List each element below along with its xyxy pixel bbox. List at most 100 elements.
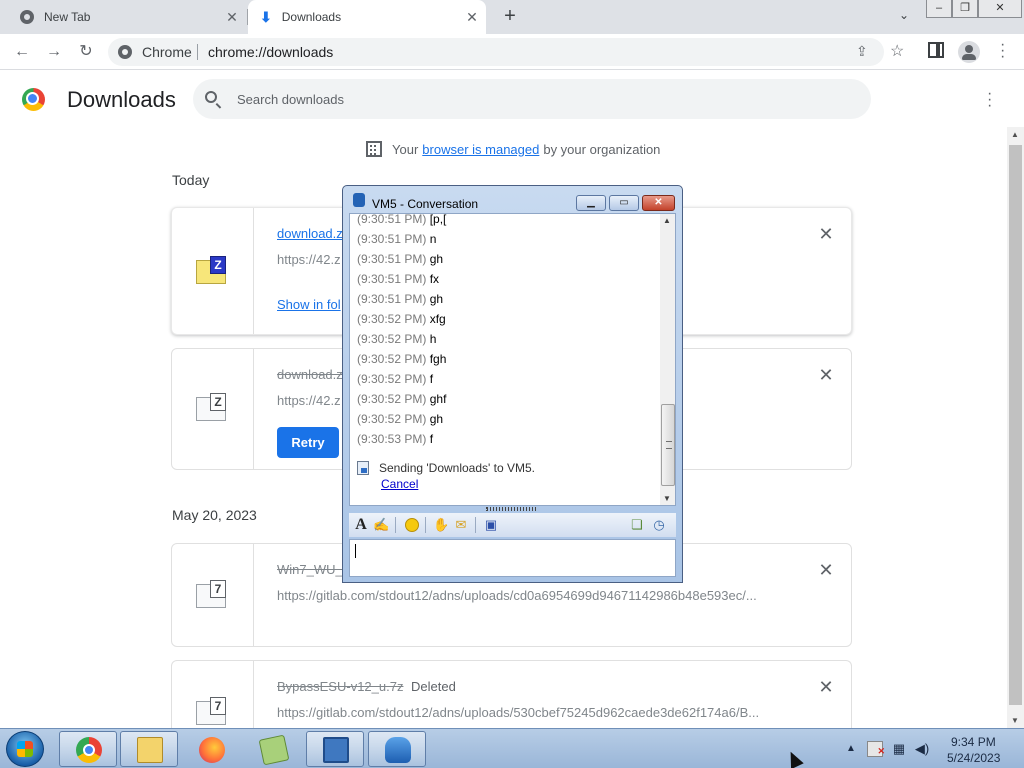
downloads-header: Downloads ···: [0, 71, 1024, 127]
omnibox-url[interactable]: chrome://downloads: [208, 44, 333, 60]
close-icon[interactable]: ✕: [224, 9, 240, 25]
maximize-button[interactable]: ▭: [609, 195, 639, 211]
scroll-up-icon[interactable]: ▲: [663, 216, 671, 225]
taskbar-firefox-button[interactable]: [182, 731, 240, 767]
profile-avatar[interactable]: [958, 41, 980, 63]
taskbar: ▲ ▦ ◀) 9:34 PM 5/24/2023: [0, 728, 1024, 768]
messenger-icon: [353, 193, 365, 207]
message-history[interactable]: (9:30:51 PM) [p,[ (9:30:51 PM) n (9:30:5…: [349, 213, 676, 506]
card-icon-column: 7: [172, 544, 254, 646]
taskbar-vm-button[interactable]: [306, 731, 364, 767]
pane-splitter[interactable]: [486, 507, 538, 511]
taskbar-folder-button[interactable]: [244, 731, 302, 767]
browser-menu-icon[interactable]: · · ·: [1000, 37, 1005, 65]
chrome-icon: [118, 45, 132, 59]
close-icon[interactable]: ✕: [818, 224, 834, 245]
message-scrollbar[interactable]: ▲ ▼: [660, 214, 675, 505]
conversation-titlebar[interactable]: VM5 - Conversation ▁ ▭ ✕: [343, 186, 682, 212]
close-icon[interactable]: ✕: [818, 560, 834, 581]
message-line: (9:30:51 PM) gh: [357, 252, 444, 266]
bookmark-star-icon[interactable]: ☆: [890, 41, 904, 61]
side-panel-icon[interactable]: [928, 42, 944, 58]
close-button[interactable]: ✕: [642, 195, 675, 211]
close-window-button[interactable]: ✕: [978, 0, 1022, 18]
message-line: (9:30:53 PM) f: [357, 432, 434, 446]
back-button[interactable]: ←: [10, 40, 34, 64]
action-center-flag-icon[interactable]: [867, 741, 885, 759]
attach-icon[interactable]: ✋: [433, 517, 449, 533]
close-icon[interactable]: ✕: [818, 677, 834, 698]
scroll-down-icon[interactable]: ▼: [663, 494, 671, 503]
show-in-folder-link[interactable]: Show in fol: [277, 297, 341, 312]
scrollbar-thumb[interactable]: [661, 404, 675, 486]
search-box[interactable]: [193, 79, 871, 119]
network-icon[interactable]: ▦: [891, 741, 907, 757]
scrollbar-thumb[interactable]: [1009, 145, 1022, 705]
scroll-down-icon[interactable]: ▼: [1011, 716, 1019, 725]
minimize-button[interactable]: –: [926, 0, 952, 18]
chrome-icon: [76, 737, 102, 763]
history-icon[interactable]: ◷: [651, 517, 667, 533]
page-scrollbar[interactable]: ▲ ▼: [1007, 127, 1024, 728]
tab-downloads[interactable]: ⬇ Downloads ✕: [248, 0, 486, 34]
conversation-window: VM5 - Conversation ▁ ▭ ✕ (9:30:51 PM) [p…: [342, 185, 683, 583]
new-tab-button[interactable]: +: [498, 4, 522, 28]
file-url[interactable]: https://gitlab.com/stdout12/adns/uploads…: [277, 588, 777, 603]
send-file-icon[interactable]: ❏: [629, 517, 645, 533]
chrome-logo-icon: [22, 88, 45, 111]
date-label: Today: [172, 172, 210, 188]
retry-button[interactable]: Retry: [277, 427, 339, 458]
7z-file-icon: 7: [196, 580, 228, 608]
card-icon-column: Z: [172, 208, 254, 334]
clock-time[interactable]: 9:34 PM: [951, 735, 996, 749]
show-hidden-icons[interactable]: ▲: [846, 743, 856, 754]
tab-new-tab[interactable]: New Tab ✕: [8, 0, 246, 34]
message-input[interactable]: [349, 539, 676, 577]
minimize-button[interactable]: ▁: [576, 195, 606, 211]
close-icon[interactable]: ✕: [464, 9, 480, 25]
message-line: (9:30:51 PM) [p,[: [357, 213, 447, 226]
share-icon[interactable]: ⇪: [856, 43, 868, 60]
text-caret: [355, 544, 356, 558]
zip-file-icon: Z: [196, 256, 228, 284]
reload-button[interactable]: ↻: [74, 40, 98, 64]
start-button[interactable]: [6, 731, 44, 767]
taskbar-chrome-button[interactable]: [59, 731, 117, 767]
taskbar-messenger-button[interactable]: [368, 731, 426, 767]
volume-icon[interactable]: ◀): [914, 741, 930, 757]
toolbar-separator: [395, 517, 396, 533]
page-title: Downloads: [67, 87, 176, 112]
monitor-icon: [323, 737, 349, 763]
font-icon[interactable]: A: [353, 517, 369, 533]
search-icon: [205, 91, 217, 103]
message-line: (9:30:51 PM) fx: [357, 272, 440, 286]
message-line: (9:30:52 PM) f: [357, 372, 434, 386]
message-line: (9:30:52 PM) gh: [357, 412, 444, 426]
downloads-menu-icon[interactable]: · · ·: [987, 86, 992, 114]
file-name: BypassESU-v12_u.7z: [277, 679, 404, 694]
file-name: download.z: [277, 367, 343, 382]
cancel-transfer-link[interactable]: Cancel: [381, 477, 418, 491]
managed-link[interactable]: browser is managed: [422, 142, 539, 157]
taskbar-explorer-button[interactable]: [120, 731, 178, 767]
chevron-down-icon[interactable]: ⌄: [894, 8, 914, 28]
forward-button[interactable]: →: [42, 40, 66, 64]
search-input[interactable]: [237, 90, 837, 108]
file-name-link[interactable]: download.z: [277, 226, 343, 241]
tab-title: Downloads: [281, 10, 342, 24]
close-icon[interactable]: ✕: [818, 365, 834, 386]
tab-title: New Tab: [44, 10, 91, 24]
font-color-icon[interactable]: ✍: [373, 517, 389, 533]
omnibox-chip: Chrome: [142, 44, 192, 60]
nudge-icon[interactable]: ✉: [453, 517, 469, 533]
file-url[interactable]: https://gitlab.com/stdout12/adns/uploads…: [277, 705, 777, 720]
address-bar[interactable]: Chrome chrome://downloads ⇪ ☆: [108, 38, 904, 66]
save-icon[interactable]: ▣: [483, 517, 499, 533]
omnibox-divider: [197, 44, 198, 60]
smiley-icon[interactable]: [405, 518, 419, 532]
chrome-icon: [20, 10, 34, 24]
restore-button[interactable]: ❐: [952, 0, 978, 18]
managed-suffix: by your organization: [543, 141, 661, 157]
scroll-up-icon[interactable]: ▲: [1011, 130, 1019, 139]
clock-date[interactable]: 5/24/2023: [947, 751, 1000, 765]
